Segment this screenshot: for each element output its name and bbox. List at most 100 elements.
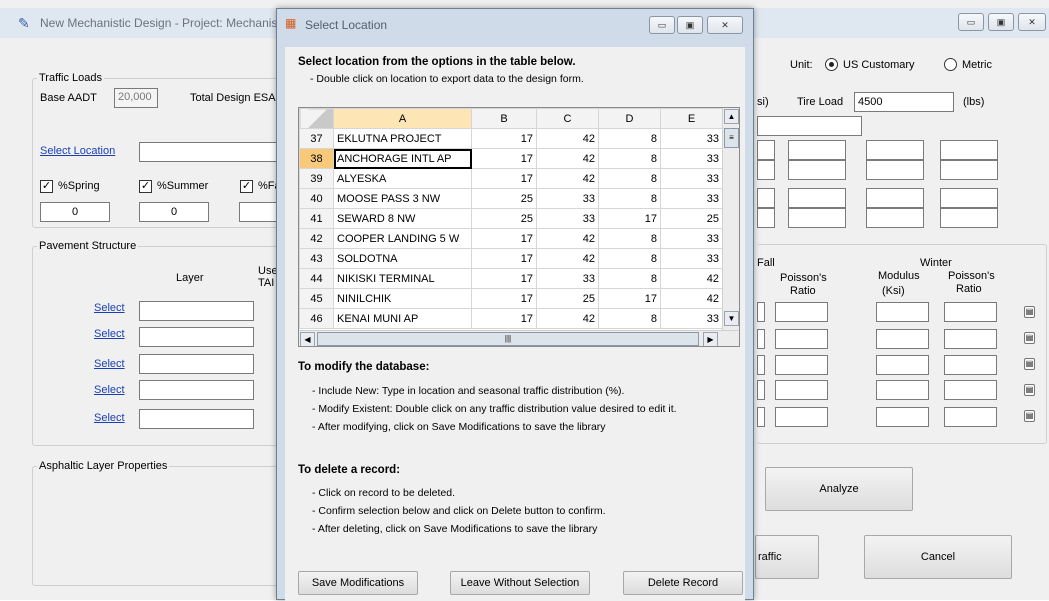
column-header-c[interactable]: C [536, 108, 599, 129]
table-row[interactable]: 45 NINILCHIK 17 25 17 42 [299, 288, 723, 309]
value-cell-c[interactable]: 42 [536, 228, 599, 249]
value-cell-e[interactable]: 33 [660, 228, 723, 249]
season-field-r1c1[interactable] [757, 302, 765, 322]
dialog-maximize-button[interactable]: ▣ [677, 16, 703, 34]
table-row[interactable]: 38 ANCHORAGE INTL AP 17 42 8 33 [299, 148, 723, 169]
value-cell-b[interactable]: 17 [471, 148, 537, 169]
table-row[interactable]: 40 MOOSE PASS 3 NW 25 33 8 33 [299, 188, 723, 209]
layer-select-link-4[interactable]: Select [94, 384, 125, 396]
us-customary-radio[interactable] [825, 58, 838, 71]
value-cell-e[interactable]: 42 [660, 268, 723, 289]
value-cell-c[interactable]: 25 [536, 288, 599, 309]
dialog-minimize-button[interactable]: ▭ [649, 16, 675, 34]
main-maximize-button[interactable]: ▣ [988, 13, 1014, 31]
axle-field-r4c1[interactable] [757, 208, 775, 228]
location-cell[interactable]: SEWARD 8 NW [333, 208, 472, 229]
value-cell-b[interactable]: 25 [471, 208, 537, 229]
layer-select-link-2[interactable]: Select [94, 328, 125, 340]
value-cell-d[interactable]: 8 [598, 148, 661, 169]
row-header[interactable]: 37 [299, 128, 334, 149]
main-close-button[interactable]: ✕ [1018, 13, 1046, 31]
row-header[interactable]: 38 [299, 148, 334, 169]
value-cell-d[interactable]: 8 [598, 248, 661, 269]
traffic-button[interactable]: raffic [755, 535, 819, 579]
value-cell-b[interactable]: 17 [471, 288, 537, 309]
value-cell-e[interactable]: 25 [660, 208, 723, 229]
row-header[interactable]: 43 [299, 248, 334, 269]
season-field-r3c4[interactable] [944, 355, 997, 375]
location-field[interactable] [139, 142, 289, 162]
leave-without-selection-button[interactable]: Leave Without Selection [450, 571, 590, 595]
season-field-r4c1[interactable] [757, 380, 765, 400]
season-field-r5c4[interactable] [944, 407, 997, 427]
season-field-r5c1[interactable] [757, 407, 765, 427]
column-header-b[interactable]: B [471, 108, 537, 129]
spring-value-field[interactable]: 0 [40, 202, 110, 222]
column-header-d[interactable]: D [598, 108, 661, 129]
axle-field-r1c1[interactable] [757, 140, 775, 160]
location-cell[interactable]: ALYESKA [333, 168, 472, 189]
grid-horizontal-scrollbar[interactable]: ◀ ||| ▶ [299, 330, 739, 346]
value-cell-d[interactable]: 8 [598, 188, 661, 209]
tire-pressure-field[interactable] [757, 116, 862, 136]
axle-field-r1c4[interactable] [940, 140, 998, 160]
value-cell-d[interactable]: 8 [598, 228, 661, 249]
delete-row-icon-5[interactable]: ▤ [1024, 410, 1035, 422]
value-cell-e[interactable]: 33 [660, 188, 723, 209]
location-cell[interactable]: NIKISKI TERMINAL [333, 268, 472, 289]
layer-field-3[interactable] [139, 354, 254, 374]
delete-row-icon-3[interactable]: ▤ [1024, 358, 1035, 370]
dialog-close-button[interactable]: ✕ [707, 16, 743, 34]
axle-field-r1c3[interactable] [866, 140, 924, 160]
table-row[interactable]: 37 EKLUTNA PROJECT 17 42 8 33 [299, 128, 723, 149]
row-header[interactable]: 41 [299, 208, 334, 229]
grid-vertical-scrollbar[interactable]: ▲ ≡ ▼ [722, 108, 739, 330]
value-cell-c[interactable]: 42 [536, 308, 599, 329]
value-cell-b[interactable]: 25 [471, 188, 537, 209]
season-field-r1c4[interactable] [944, 302, 997, 322]
scroll-left-arrow-icon[interactable]: ◀ [300, 332, 315, 346]
value-cell-e[interactable]: 42 [660, 288, 723, 309]
location-cell[interactable]: MOOSE PASS 3 NW [333, 188, 472, 209]
scroll-thumb[interactable]: ≡ [724, 128, 739, 148]
metric-radio[interactable] [944, 58, 957, 71]
select-location-link[interactable]: Select Location [40, 145, 115, 157]
axle-field-r3c1[interactable] [757, 188, 775, 208]
row-header[interactable]: 46 [299, 308, 334, 329]
layer-select-link-5[interactable]: Select [94, 412, 125, 424]
layer-field-2[interactable] [139, 327, 254, 347]
summer-value-field[interactable]: 0 [139, 202, 209, 222]
table-row[interactable]: 43 SOLDOTNA 17 42 8 33 [299, 248, 723, 269]
location-cell[interactable]: NINILCHIK [333, 288, 472, 309]
season-field-r1c3[interactable] [876, 302, 929, 322]
value-cell-d[interactable]: 8 [598, 268, 661, 289]
save-modifications-button[interactable]: Save Modifications [298, 571, 418, 595]
value-cell-c[interactable]: 42 [536, 148, 599, 169]
horizontal-scroll-thumb[interactable]: ||| [317, 332, 699, 346]
scroll-up-arrow-icon[interactable]: ▲ [724, 109, 739, 124]
value-cell-c[interactable]: 42 [536, 168, 599, 189]
season-field-r5c2[interactable] [775, 407, 828, 427]
season-field-r3c3[interactable] [876, 355, 929, 375]
axle-field-r4c3[interactable] [866, 208, 924, 228]
row-header[interactable]: 44 [299, 268, 334, 289]
value-cell-e[interactable]: 33 [660, 148, 723, 169]
axle-field-r3c2[interactable] [788, 188, 846, 208]
value-cell-e[interactable]: 33 [660, 168, 723, 189]
season-field-r4c3[interactable] [876, 380, 929, 400]
analyze-button[interactable]: Analyze [765, 467, 913, 511]
value-cell-d[interactable]: 8 [598, 128, 661, 149]
base-aadt-field[interactable]: 20,000 [114, 88, 158, 108]
column-header-e[interactable]: E [660, 108, 723, 129]
scroll-right-arrow-icon[interactable]: ▶ [703, 332, 718, 346]
axle-field-r2c1[interactable] [757, 160, 775, 180]
season-field-r4c4[interactable] [944, 380, 997, 400]
delete-row-icon-4[interactable]: ▤ [1024, 384, 1035, 396]
column-header-a[interactable]: A [333, 108, 472, 129]
main-minimize-button[interactable]: ▭ [958, 13, 984, 31]
axle-field-r4c2[interactable] [788, 208, 846, 228]
table-row[interactable]: 41 SEWARD 8 NW 25 33 17 25 [299, 208, 723, 229]
value-cell-d[interactable]: 17 [598, 288, 661, 309]
location-cell[interactable]: COOPER LANDING 5 W [333, 228, 472, 249]
delete-row-icon-1[interactable]: ▤ [1024, 306, 1035, 318]
